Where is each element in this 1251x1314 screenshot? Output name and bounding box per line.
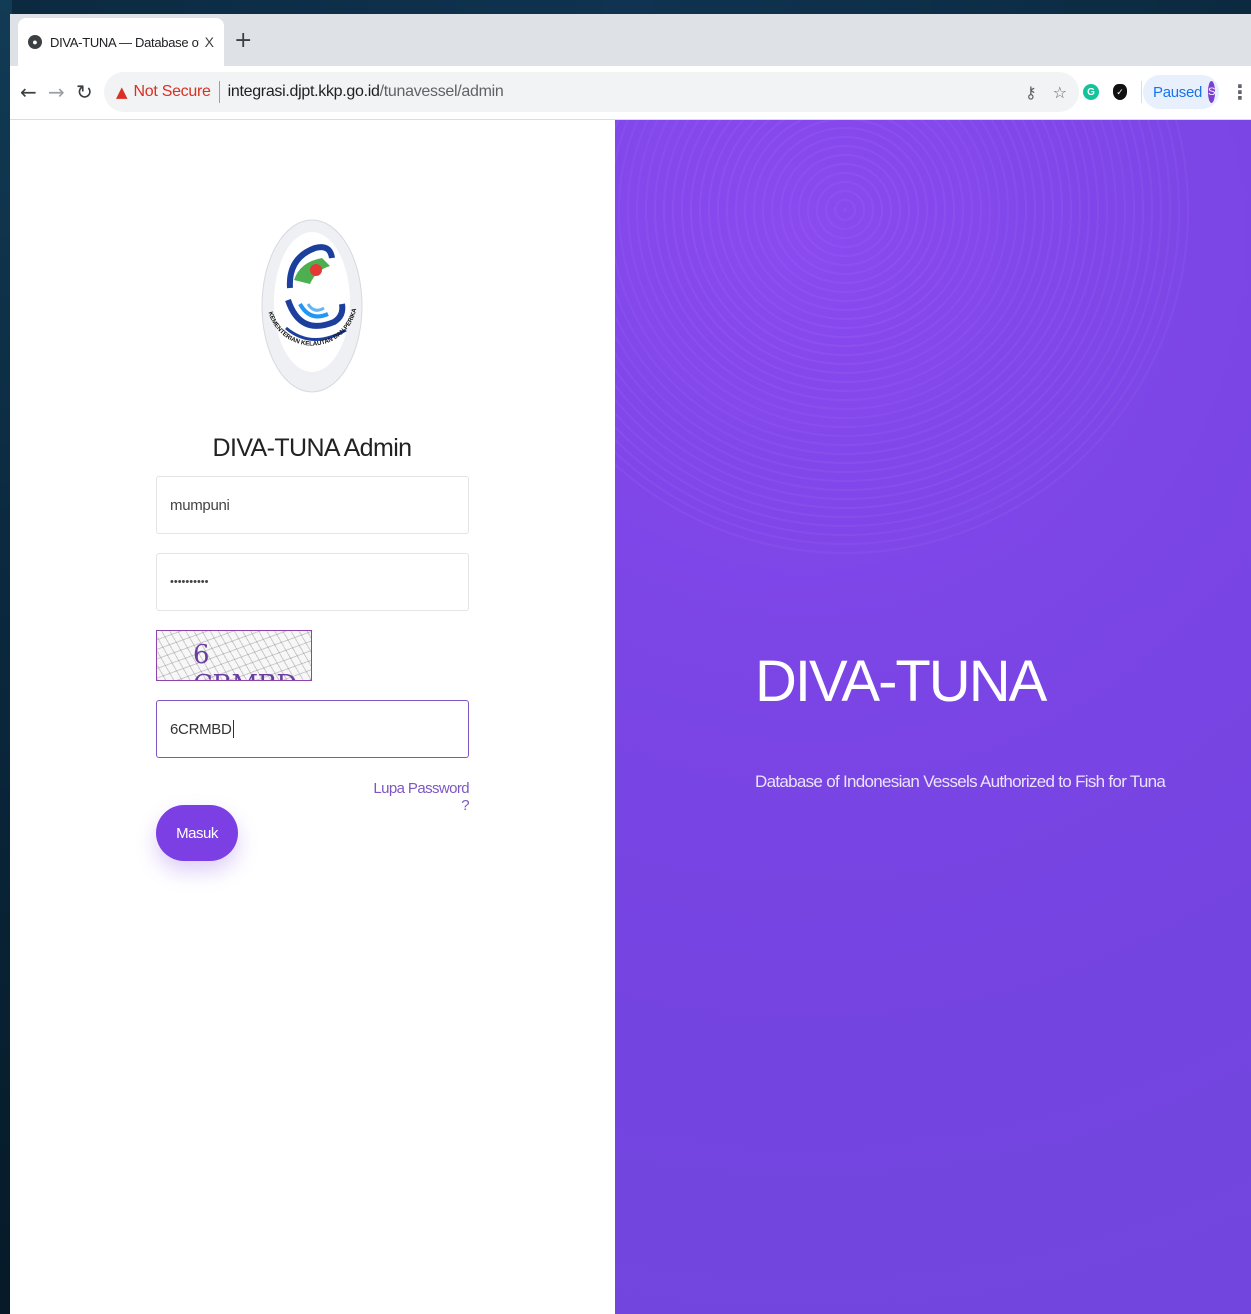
- reload-icon[interactable]: ↻: [76, 80, 93, 104]
- tab-title: DIVA-TUNA — Database of Ind: [50, 34, 199, 50]
- kkp-logo: KEMENTERIAN KELAUTAN DAN PERIKANAN: [260, 218, 363, 393]
- url-path: /tunavessel/admin: [379, 83, 504, 100]
- login-button[interactable]: Masuk: [156, 805, 238, 861]
- desktop-background-top: [0, 0, 1251, 14]
- grammarly-icon[interactable]: G: [1083, 84, 1099, 100]
- text-caret: [232, 720, 234, 738]
- extensions-area: G ✓: [1083, 81, 1142, 103]
- new-tab-button[interactable]: +: [234, 28, 252, 53]
- arrow-left-icon[interactable]: ←: [20, 80, 37, 104]
- check-shield-icon[interactable]: ✓: [1113, 84, 1127, 100]
- kebab-menu-icon[interactable]: ⋮: [1230, 80, 1250, 104]
- hero-panel: DIVA-TUNA Database of Indonesian Vessels…: [615, 120, 1251, 1314]
- username-field[interactable]: mumpuni: [156, 476, 469, 534]
- profile-button[interactable]: Paused S: [1143, 75, 1219, 109]
- captcha-image-text: 6 CRMBD: [193, 640, 297, 680]
- tab-close-button[interactable]: X: [205, 34, 214, 50]
- page-content: KEMENTERIAN KELAUTAN DAN PERIKANAN DIVA-…: [10, 120, 1251, 1314]
- globe-icon: ●: [28, 35, 42, 49]
- warning-icon[interactable]: ▲: [116, 83, 128, 101]
- captcha-input[interactable]: 6CRMBD: [156, 700, 469, 758]
- hero-subtitle: Database of Indonesian Vessels Authorize…: [755, 772, 1166, 791]
- login-panel: KEMENTERIAN KELAUTAN DAN PERIKANAN DIVA-…: [10, 120, 615, 1314]
- password-field[interactable]: ••••••••••: [156, 553, 469, 611]
- tab-diva-tuna[interactable]: ● DIVA-TUNA — Database of Ind X: [18, 18, 224, 66]
- omnibox-divider: [218, 81, 220, 103]
- tab-strip: ● DIVA-TUNA — Database of Ind X +: [10, 14, 1251, 66]
- arrow-right-icon[interactable]: →: [48, 80, 65, 104]
- star-icon[interactable]: ☆: [1053, 83, 1067, 102]
- captcha-image: 6 CRMBD: [156, 630, 312, 681]
- key-icon[interactable]: ⚷: [1025, 83, 1037, 102]
- security-status[interactable]: Not Secure: [134, 83, 211, 101]
- profile-status: Paused: [1153, 83, 1203, 101]
- forgot-password-link[interactable]: Lupa Password ?: [366, 780, 469, 814]
- captcha-input-value: 6CRMBD: [170, 720, 232, 738]
- extensions-divider: [1141, 81, 1142, 103]
- browser-toolbar: ← → ↻ ▲ Not Secure integrasi.djpt.kkp.go…: [10, 66, 1251, 120]
- address-bar[interactable]: ▲ Not Secure integrasi.djpt.kkp.go.id /t…: [104, 72, 1079, 112]
- browser-window: ● DIVA-TUNA — Database of Ind X + ← → ↻ …: [10, 14, 1251, 1314]
- avatar: S: [1208, 81, 1216, 103]
- hero-title: DIVA-TUNA: [755, 649, 1047, 714]
- url-host: integrasi.djpt.kkp.go.id: [227, 83, 380, 100]
- omnibox-actions: ⚷ ☆: [1025, 83, 1067, 102]
- page-title: DIVA-TUNA Admin: [212, 434, 413, 462]
